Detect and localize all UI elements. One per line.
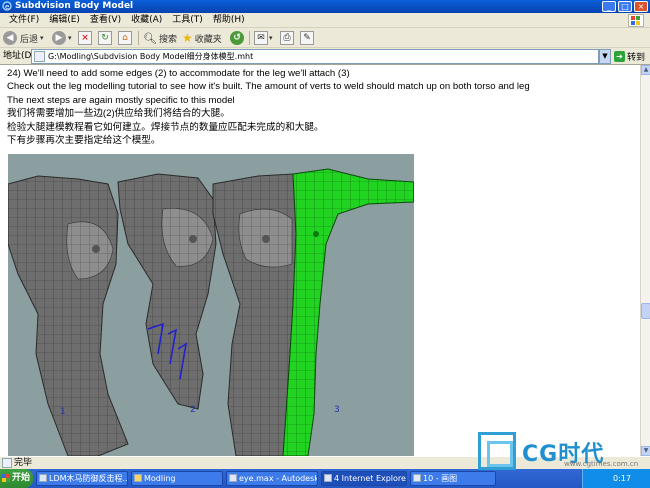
ie-logo-icon: e — [2, 1, 12, 11]
back-label: 后退 — [20, 34, 39, 45]
go-arrow-icon: ➔ — [614, 51, 625, 62]
mail-icon: ✉ — [254, 31, 268, 45]
taskbar-item-ldm[interactable]: LDM木马防御反击程... — [36, 471, 128, 486]
windows-flag-icon — [628, 14, 644, 27]
address-dropdown-button[interactable]: ▼ — [599, 49, 611, 64]
torso-model-3 — [212, 168, 414, 456]
page-content: 24) We'll need to add some edges (2) to … — [0, 65, 640, 456]
back-arrow-icon: ◀ — [3, 31, 17, 45]
go-label: 转到 — [627, 53, 646, 63]
taskbar-item-label: 4 Internet Explorer — [334, 474, 407, 483]
torso-model-1 — [8, 175, 129, 456]
menu-tools[interactable]: 工具(T) — [167, 13, 208, 28]
text-line: 检验大腿建模教程看它如何建立。焊接节点的数量应匹配未完成的和大腿。 — [7, 121, 324, 133]
address-value: G:\Modling\Subdvision Body Model细分身体模型.m… — [48, 52, 254, 61]
edit-icon: ✎ — [300, 31, 314, 45]
minimize-button[interactable]: _ — [602, 1, 616, 12]
figure-label-1: 1 — [60, 407, 66, 417]
cg-logo-icon — [478, 432, 516, 470]
folder-icon — [134, 474, 142, 482]
window-title: Subdvision Body Model — [15, 1, 134, 11]
chevron-down-icon: ▾ — [40, 34, 44, 42]
printer-icon: ⎙ — [280, 31, 294, 45]
figure-label-3: 3 — [334, 405, 340, 415]
menu-edit[interactable]: 编辑(E) — [44, 13, 85, 28]
search-icon: 🔍︎ — [143, 31, 157, 45]
scroll-thumb[interactable] — [641, 303, 650, 319]
vertical-scrollbar[interactable]: ▲ ▼ — [640, 65, 650, 456]
taskbar-item-label: Modling — [144, 474, 176, 483]
text-line: 我们将需要增加一些边(2)供应给我们将结合的大腿。 — [7, 108, 230, 120]
tutorial-text: 24) We'll need to add some edges (2) to … — [7, 67, 530, 147]
figure-label-2: 2 — [190, 405, 196, 415]
text-line: Check out the leg modelling tutorial to … — [7, 81, 530, 93]
svg-text:e: e — [5, 3, 9, 11]
home-button[interactable]: ⌂ — [118, 30, 132, 46]
start-label: 开始 — [12, 473, 31, 483]
mail-button[interactable]: ✉ ▾ — [254, 30, 273, 46]
favorites-button[interactable]: ★ 收藏夹 — [182, 30, 222, 46]
maximize-button[interactable]: □ — [618, 1, 632, 12]
watermark-logo: CG时代 www.cgtimes.com.cn — [478, 432, 648, 472]
menu-view[interactable]: 查看(V) — [85, 13, 126, 28]
menu-bar: 文件(F) 编辑(E) 查看(V) 收藏(A) 工具(T) 帮助(H) — [0, 13, 650, 28]
search-button[interactable]: 🔍︎ 搜索 — [143, 30, 177, 46]
back-button[interactable]: ◀ 后退 ▾ — [3, 30, 44, 46]
refresh-button[interactable]: ↻ — [98, 30, 112, 46]
toolbar-divider — [249, 31, 250, 45]
text-line: 24) We'll need to add some edges (2) to … — [7, 68, 350, 79]
address-bar: 地址(D) G:\Modling\Subdvision Body Model细分… — [0, 48, 650, 65]
scroll-up-button[interactable]: ▲ — [641, 65, 650, 75]
torso-model-2 — [117, 173, 217, 410]
home-icon: ⌂ — [118, 31, 132, 45]
start-button[interactable]: 开始 — [0, 469, 33, 488]
taskbar-item-3dsmax[interactable]: eye.max - Autodesk 3... — [226, 471, 318, 486]
page-icon — [2, 458, 12, 468]
taskbar-item-label: eye.max - Autodesk 3... — [239, 474, 318, 483]
paint-icon — [413, 474, 421, 482]
taskbar-item-modling[interactable]: Modling — [131, 471, 223, 486]
close-button[interactable]: × — [634, 1, 648, 12]
app-icon — [39, 474, 47, 482]
chevron-down-icon: ▾ — [269, 34, 273, 42]
refresh-icon: ↻ — [98, 31, 112, 45]
forward-arrow-icon: ▶ — [52, 31, 66, 45]
print-button[interactable]: ⎙ — [280, 30, 294, 46]
menu-help[interactable]: 帮助(H) — [208, 13, 250, 28]
toolbar: ◀ 后退 ▾ ▶ ▾ × ↻ ⌂ 🔍︎ 搜索 ★ 收藏夹 ↺ ✉ ▾ ⎙ ✎ — [0, 28, 650, 48]
watermark-url: www.cgtimes.com.cn — [564, 460, 639, 468]
page-icon — [34, 51, 45, 62]
toolbar-divider — [138, 31, 139, 45]
forward-button[interactable]: ▶ ▾ — [52, 30, 72, 46]
search-label: 搜索 — [158, 34, 177, 45]
taskbar-item-label: LDM木马防御反击程... — [49, 474, 128, 483]
menu-file[interactable]: 文件(F) — [4, 13, 44, 28]
stop-icon: × — [78, 31, 92, 45]
menu-favorites[interactable]: 收藏(A) — [126, 13, 167, 28]
chevron-down-icon: ▾ — [68, 34, 72, 42]
taskbar-item-label: 10 - 画图 — [423, 474, 458, 483]
text-line: 下有步骤再次主要指定给这个模型。 — [7, 135, 161, 147]
address-input[interactable]: G:\Modling\Subdvision Body Model细分身体模型.m… — [31, 49, 599, 64]
history-icon: ↺ — [230, 31, 244, 45]
star-icon: ★ — [182, 31, 193, 45]
clock: 0:17 — [613, 474, 631, 483]
history-button[interactable]: ↺ — [230, 30, 244, 46]
taskbar-item-ie[interactable]: 4 Internet Explorer — [321, 471, 407, 486]
app-icon — [229, 474, 237, 482]
stop-button[interactable]: × — [78, 30, 92, 46]
windows-flag-icon — [2, 474, 10, 482]
ie-logo-icon — [324, 474, 332, 482]
go-button[interactable]: ➔ 转到 — [614, 49, 645, 64]
favorites-label: 收藏夹 — [194, 34, 222, 45]
taskbar-item-paint[interactable]: 10 - 画图 — [410, 471, 496, 486]
edit-button[interactable]: ✎ — [300, 30, 314, 46]
text-line: The next steps are again mostly specific… — [7, 94, 235, 106]
title-bar: e Subdvision Body Model _ □ × — [0, 0, 650, 13]
body-model-image: 1 2 3 — [8, 154, 414, 456]
